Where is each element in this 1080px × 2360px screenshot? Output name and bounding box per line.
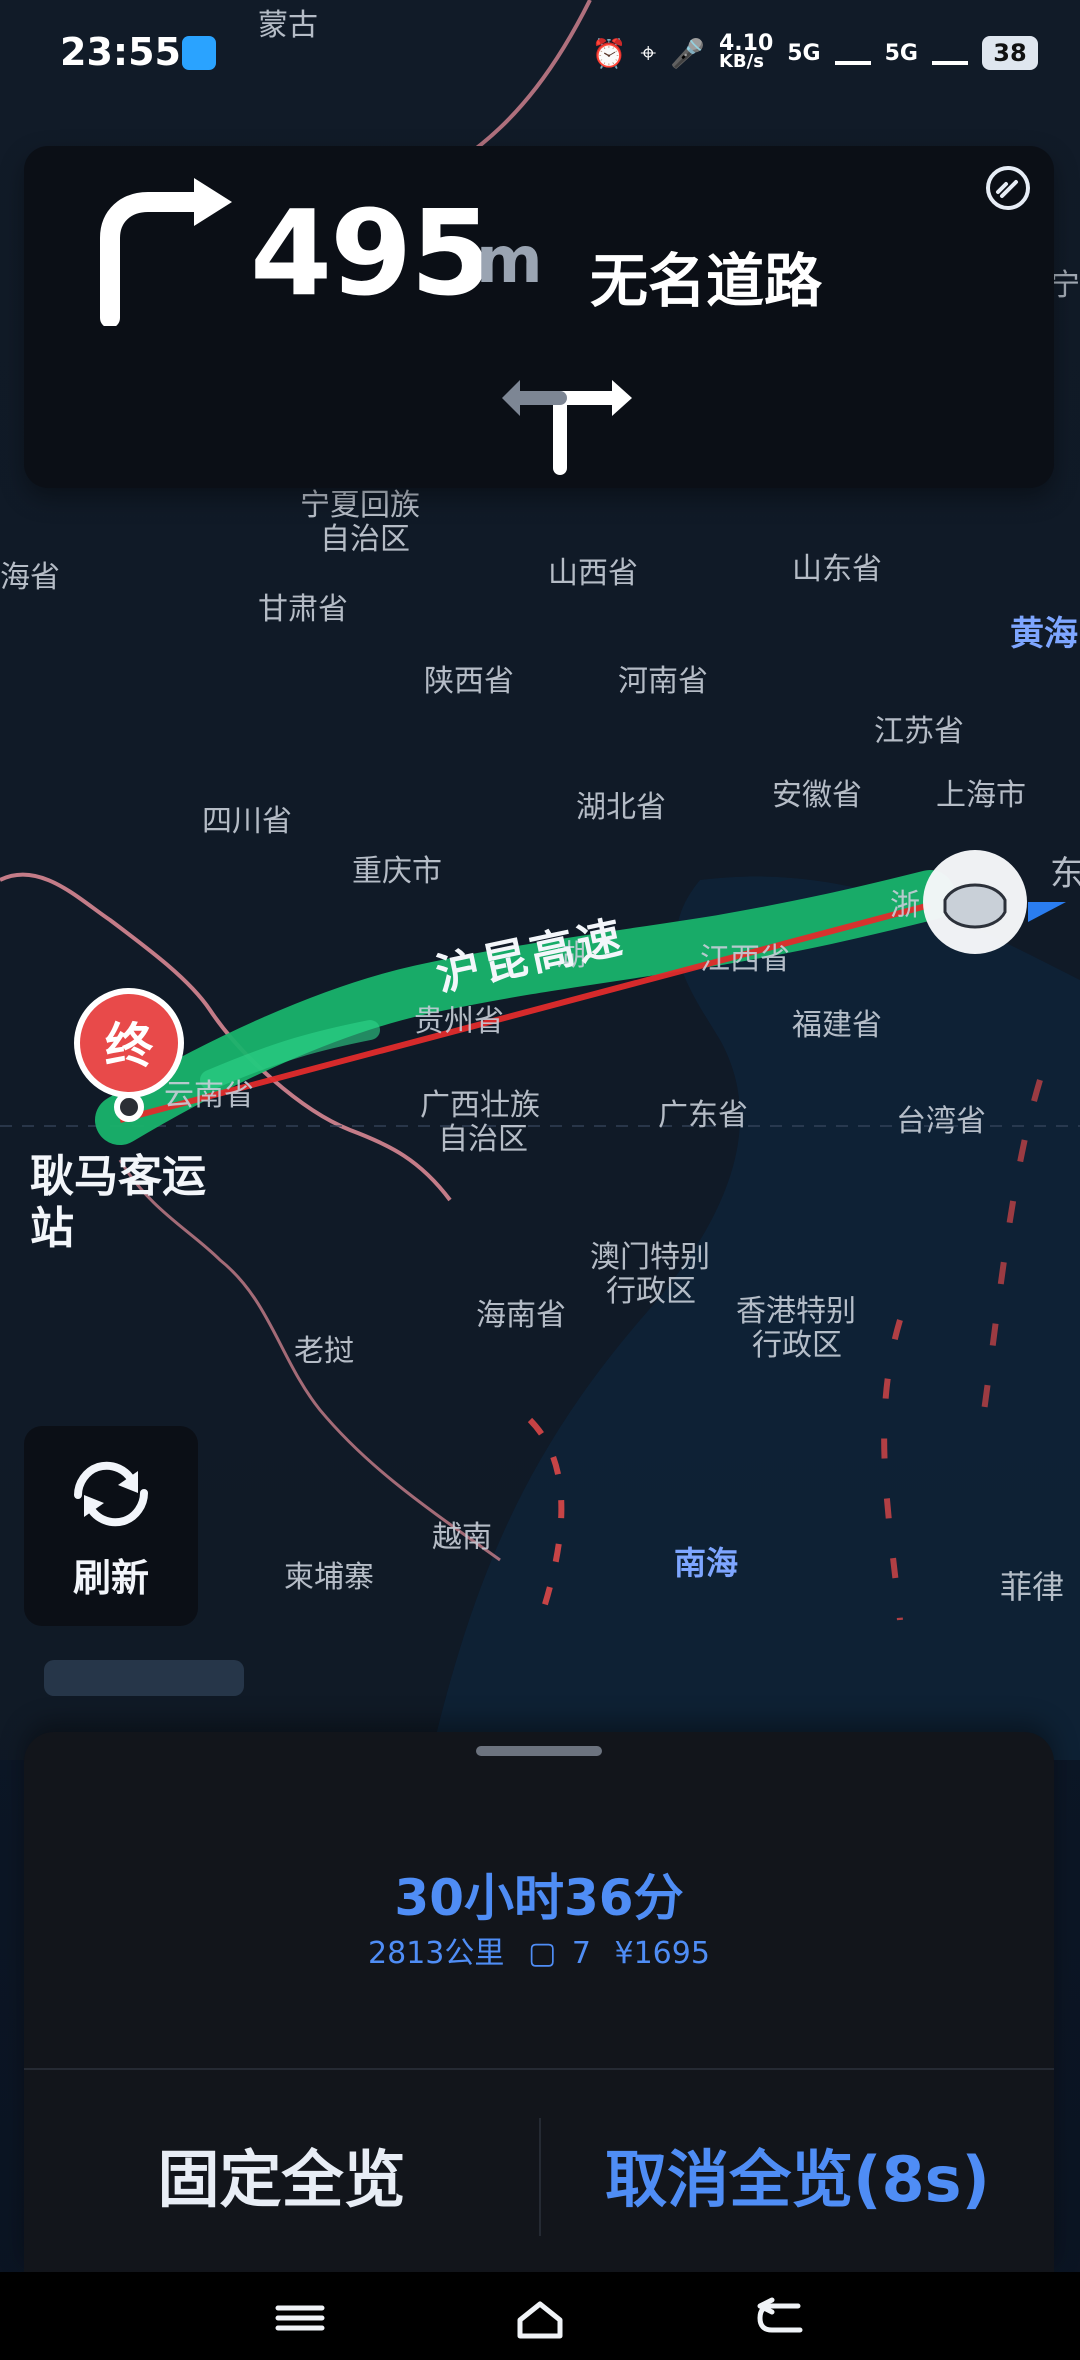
location-icon: ⌖ xyxy=(640,36,657,69)
destination-label-2: 站 xyxy=(30,1203,74,1254)
traffic-light-count: 7 xyxy=(571,1936,591,1971)
refresh-icon xyxy=(74,1461,148,1526)
audio-icon[interactable] xyxy=(984,164,1032,212)
route-distance: 2813公里 xyxy=(368,1936,505,1971)
traffic-light-icon: ▢ xyxy=(527,1936,557,1971)
signal-2-icon xyxy=(932,41,968,65)
road-name: 无名道路 xyxy=(590,247,823,315)
map-label-ningxia-2: 自治区 xyxy=(320,522,410,557)
map-label-gansu: 甘肃省 xyxy=(258,592,348,627)
turn-by-turn-card: 495 m 无名道路 xyxy=(24,146,1054,488)
map-label-jiangsu: 江苏省 xyxy=(874,714,964,749)
telegram-icon xyxy=(182,36,216,70)
panel-drag-handle[interactable] xyxy=(476,1746,602,1756)
map-label-hongkong-2: 行政区 xyxy=(752,1328,842,1363)
map-label-hubei: 湖北省 xyxy=(576,790,666,825)
map-label-ning-part: 宁 xyxy=(1050,268,1080,303)
map-label-henan: 河南省 xyxy=(618,664,708,699)
map-scale-indicator xyxy=(44,1660,244,1696)
route-eta: 30小时36分 xyxy=(394,1869,684,1927)
home-icon[interactable] xyxy=(500,2290,580,2346)
map-label-zhejiang-part: 浙 xyxy=(890,888,920,923)
map-label-shandong: 山东省 xyxy=(792,552,882,587)
signal-1-icon xyxy=(834,41,871,65)
end-marker-label: 终 xyxy=(104,1018,153,1074)
map-label-laos: 老挝 xyxy=(294,1334,354,1369)
fix-overview-button[interactable]: 固定全览 xyxy=(24,2076,539,2272)
status-time: 23:55 xyxy=(60,30,181,74)
route-overview-panel: 30小时36分 2813公里 ▢ 7 ¥1695 固定全览 取消全览(8s) xyxy=(24,1732,1054,2272)
end-marker[interactable]: 终 xyxy=(74,988,184,1128)
map-label-sichuan: 四川省 xyxy=(202,804,292,839)
map-label-chongqing: 重庆市 xyxy=(352,854,442,889)
map-label-hainan: 海南省 xyxy=(476,1298,566,1333)
refresh-label: 刷新 xyxy=(72,1555,149,1600)
map-label-anhui: 安徽省 xyxy=(772,778,862,813)
toll-amount: ¥1695 xyxy=(614,1936,710,1971)
status-icons: ⏰ ⌖ 🎤 4.10 KB/s 5G 5G 38 xyxy=(591,28,1038,78)
map-label-guizhou: 贵州省 xyxy=(414,1004,504,1039)
map-label-jiangxi: 江西省 xyxy=(700,942,790,977)
cancel-overview-button[interactable]: 取消全览(8s) xyxy=(541,2076,1054,2272)
map-label-shanghai: 上海市 xyxy=(936,778,1026,813)
end-marker-dot xyxy=(114,1092,144,1122)
fix-overview-label: 固定全览 xyxy=(157,2143,406,2216)
battery-badge: 38 xyxy=(982,36,1038,70)
lane-guidance-icon xyxy=(502,380,632,475)
map-label-philippines-part: 菲律 xyxy=(1000,1568,1065,1606)
network-1: 5G xyxy=(787,40,821,66)
maneuver-distance-unit: m xyxy=(476,224,543,298)
map-label-guangxi-2: 自治区 xyxy=(438,1122,528,1157)
route-summary: 2813公里 ▢ 7 ¥1695 xyxy=(24,1928,1054,1972)
map-label-hai-sheng: 海省 xyxy=(0,560,60,595)
map-label-fujian: 福建省 xyxy=(792,1008,882,1043)
map-label-guangdong: 广东省 xyxy=(658,1098,748,1133)
maneuver-distance-value: 495 xyxy=(250,184,492,322)
net-speed: 4.10 KB/s xyxy=(718,33,773,72)
panel-divider xyxy=(24,2068,1054,2070)
alarm-icon: ⏰ xyxy=(591,36,627,70)
map-label-cambodia: 柬埔寨 xyxy=(284,1560,374,1595)
back-icon[interactable] xyxy=(742,2290,822,2346)
menu-icon[interactable] xyxy=(260,2290,340,2346)
map-label-huanghai: 黄海 xyxy=(1010,614,1078,654)
cancel-overview-label: 取消全览(8s) xyxy=(605,2143,990,2216)
map-label-macau-2: 行政区 xyxy=(606,1274,696,1309)
map-label-vietnam: 越南 xyxy=(432,1520,492,1555)
map-label-shanxi: 山西省 xyxy=(548,556,638,591)
status-bar: 23:55 ⏰ ⌖ 🎤 4.10 KB/s 5G 5G 38 xyxy=(0,0,1080,110)
mic-icon: 🎤 xyxy=(670,36,705,70)
refresh-button[interactable]: 刷新 xyxy=(24,1426,198,1626)
net-speed-unit: KB/s xyxy=(718,51,764,72)
map-label-south-sea: 南海 xyxy=(674,1544,739,1582)
map-label-shaanxi: 陕西省 xyxy=(424,664,514,699)
network-2: 5G xyxy=(884,40,918,66)
system-navigation-bar xyxy=(0,2272,1080,2360)
map-label-dong-part: 东 xyxy=(1050,854,1080,894)
turn-right-icon xyxy=(100,178,232,326)
map-label-taiwan: 台湾省 xyxy=(896,1104,986,1139)
